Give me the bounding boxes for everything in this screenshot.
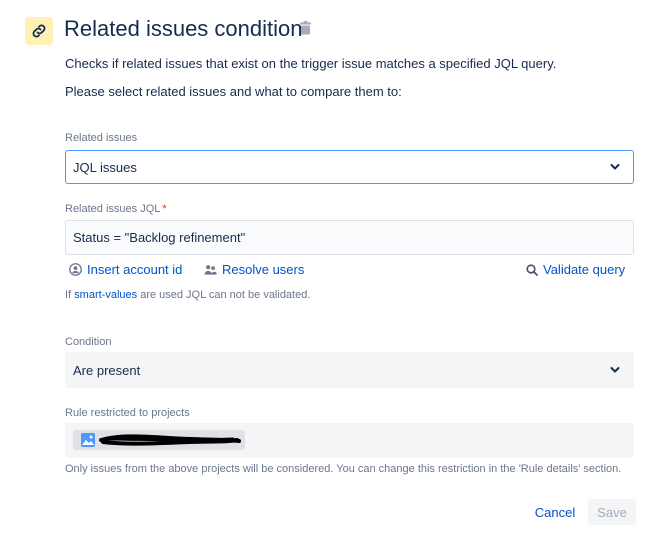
- condition-select[interactable]: Are present: [65, 352, 634, 388]
- smart-values-note: If smart-values are used JQL can not be …: [65, 289, 310, 301]
- save-button[interactable]: Save: [588, 499, 636, 525]
- related-issues-select[interactable]: JQL issues: [65, 150, 634, 184]
- restriction-note: Only issues from the above projects will…: [65, 463, 622, 475]
- project-avatar-icon: [81, 433, 95, 447]
- jql-label-text: Related issues JQL: [65, 203, 161, 215]
- resolve-users-link[interactable]: Resolve users: [204, 262, 304, 277]
- related-issues-label: Related issues: [65, 132, 138, 144]
- insert-account-id-link[interactable]: Insert account id: [69, 262, 182, 277]
- redacted-project-name: [99, 434, 241, 446]
- required-asterisk: *: [162, 203, 167, 215]
- jql-input[interactable]: Status = "Backlog refinement": [65, 220, 634, 255]
- resolve-users-label: Resolve users: [222, 262, 305, 277]
- trash-icon[interactable]: [300, 21, 311, 40]
- validate-query-label: Validate query: [543, 262, 626, 277]
- users-icon: [204, 264, 217, 275]
- validate-query-link[interactable]: Validate query: [526, 262, 625, 277]
- restriction-label: Rule restricted to projects: [65, 407, 190, 419]
- related-issues-value: JQL issues: [73, 159, 137, 175]
- jql-label: Related issues JQL *: [65, 203, 167, 215]
- condition-label: Condition: [65, 336, 112, 348]
- link-icon: [25, 17, 53, 45]
- user-circle-icon: [69, 263, 82, 276]
- note-prefix: If: [65, 289, 75, 301]
- jql-input-value: Status = "Backlog refinement": [73, 230, 246, 245]
- description-line-1: Checks if related issues that exist on t…: [65, 56, 557, 71]
- cancel-button[interactable]: Cancel: [530, 499, 580, 525]
- insert-account-id-label: Insert account id: [87, 262, 183, 277]
- condition-value: Are present: [73, 362, 141, 378]
- chevron-down-icon: [610, 367, 620, 373]
- search-icon: [526, 263, 538, 276]
- page-title: Related issues condition: [64, 16, 303, 41]
- note-suffix: are used JQL can not be validated.: [137, 289, 311, 301]
- smart-values-link[interactable]: smart-values: [74, 289, 137, 301]
- chevron-down-icon: [610, 164, 620, 170]
- description-line-2: Please select related issues and what to…: [65, 84, 402, 99]
- project-chip: [73, 430, 245, 450]
